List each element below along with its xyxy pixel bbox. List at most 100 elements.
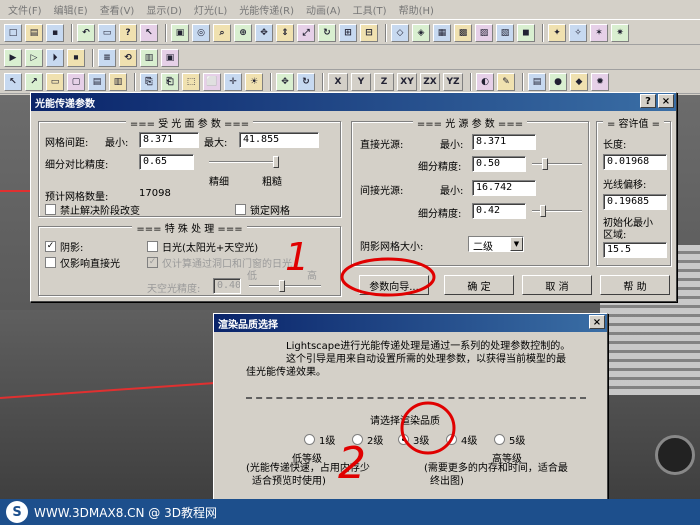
axis-z-button[interactable]: Z <box>374 72 394 91</box>
start-solution-icon[interactable]: ▷ <box>25 48 43 67</box>
select-object-icon[interactable]: ▢ <box>67 72 85 91</box>
statistics-icon[interactable]: ▥ <box>140 48 158 67</box>
axis-y-button[interactable]: Y <box>351 72 371 91</box>
direct-subdiv-slider[interactable] <box>532 158 582 170</box>
help-question-button[interactable]: ? <box>640 94 656 108</box>
menu-radiosity[interactable]: 光能传递(R) <box>233 2 300 17</box>
open-folder-icon[interactable]: ▤ <box>25 23 43 42</box>
edit-icon[interactable]: ✎ <box>497 72 515 91</box>
cube-shaded-icon[interactable]: ▩ <box>454 23 472 42</box>
quality-level-1-radio[interactable]: 1级 <box>304 432 335 447</box>
direct-min-input[interactable]: 8.371 <box>472 134 536 150</box>
rotate-icon[interactable]: ↻ <box>297 72 315 91</box>
close-button[interactable]: × <box>658 94 674 108</box>
figure-alt-icon[interactable]: ✷ <box>611 23 629 42</box>
dolly-icon[interactable]: ⇕ <box>276 23 294 42</box>
fly-person-icon[interactable]: ✧ <box>569 23 587 42</box>
new-file-icon[interactable]: □ <box>4 23 22 42</box>
cancel-button[interactable]: 取 消 <box>522 275 592 295</box>
disable-stage-change-checkbox[interactable]: 禁止解决阶段改变 <box>45 202 140 217</box>
layers-icon[interactable]: ▤ <box>528 72 546 91</box>
quality-level-4-radio[interactable]: 4级 <box>446 432 477 447</box>
menu-view[interactable]: 查看(V) <box>94 2 141 17</box>
cube-green-icon[interactable]: ◼ <box>517 23 535 42</box>
rotate-view-icon[interactable]: ↻ <box>318 23 336 42</box>
list-icon[interactable]: ≡ <box>98 48 116 67</box>
menu-edit[interactable]: 编辑(E) <box>48 2 94 17</box>
walk-icon[interactable]: ⤢ <box>297 23 315 42</box>
indirect-min-input[interactable]: 16.742 <box>472 180 536 196</box>
camera-icon[interactable]: ▣ <box>171 23 189 42</box>
quality-level-5-radio[interactable]: 5级 <box>494 432 525 447</box>
context-help-icon[interactable]: ↖ <box>140 23 158 42</box>
dialog-titlebar[interactable]: 光能传递参数 ? × <box>31 93 676 111</box>
cube-textured-icon[interactable]: ▨ <box>475 23 493 42</box>
ok-button[interactable]: 确 定 <box>444 275 514 295</box>
select-window-icon[interactable]: ⬚ <box>182 72 200 91</box>
view-extents-icon[interactable]: ⊟ <box>360 23 378 42</box>
contrast-input[interactable]: 0.65 <box>139 154 194 170</box>
orbit-icon[interactable]: ◎ <box>192 23 210 42</box>
menu-file[interactable]: 文件(F) <box>2 2 48 17</box>
move-icon[interactable]: ✥ <box>276 72 294 91</box>
axis-zx-button[interactable]: ZX <box>420 72 440 91</box>
material-icon[interactable]: ◐ <box>476 72 494 91</box>
save-icon[interactable]: ▪ <box>46 23 64 42</box>
luminaires-icon[interactable]: ✹ <box>591 72 609 91</box>
crosshair-icon[interactable]: ✛ <box>224 72 242 91</box>
select-cross-icon[interactable]: ⬜ <box>203 72 221 91</box>
parameter-wizard-button[interactable]: 参数向导... <box>359 275 429 295</box>
menu-tools[interactable]: 工具(T) <box>347 2 393 17</box>
length-input[interactable]: 0.01968 <box>603 154 667 170</box>
ray-offset-input[interactable]: 0.19685 <box>603 194 667 210</box>
walk-person-icon[interactable]: ✦ <box>548 23 566 42</box>
shadow-grid-select[interactable]: 二级 ▼ <box>468 236 524 253</box>
axis-x-button[interactable]: X <box>328 72 348 91</box>
stop-solution-icon[interactable]: ⏹ <box>67 48 85 67</box>
cube-solution-icon[interactable]: ▧ <box>496 23 514 42</box>
materials-icon[interactable]: ● <box>549 72 567 91</box>
step-solution-icon[interactable]: ⏵ <box>46 48 64 67</box>
quality-level-3-radio[interactable]: 3级 <box>398 432 429 447</box>
menu-display[interactable]: 显示(D) <box>140 2 188 17</box>
chevron-down-icon[interactable]: ▼ <box>510 237 523 251</box>
select-block-icon[interactable]: ▤ <box>88 72 106 91</box>
select-layer-icon[interactable]: ▥ <box>109 72 127 91</box>
axis-xy-button[interactable]: XY <box>397 72 417 91</box>
menu-help[interactable]: 帮助(H) <box>393 2 440 17</box>
select-surface-icon[interactable]: ▭ <box>46 72 64 91</box>
axis-yz-button[interactable]: YZ <box>443 72 463 91</box>
cube-outline-icon[interactable]: ◈ <box>412 23 430 42</box>
pan-icon[interactable]: ✥ <box>255 23 273 42</box>
blocks-icon[interactable]: ◆ <box>570 72 588 91</box>
indirect-subdiv-input[interactable]: 0.42 <box>472 203 526 219</box>
wireframe-icon[interactable]: ◇ <box>391 23 409 42</box>
direct-only-checkbox[interactable]: 仅影响直接光 <box>45 255 120 270</box>
figure-icon[interactable]: ✶ <box>590 23 608 42</box>
close-button[interactable]: × <box>589 315 605 329</box>
reset-icon[interactable]: ⟲ <box>119 48 137 67</box>
mesh-min-input[interactable]: 8.371 <box>139 132 199 148</box>
print-icon[interactable]: ▭ <box>98 23 116 42</box>
help-icon[interactable]: ? <box>119 23 137 42</box>
copy-icon[interactable]: ⎘ <box>140 72 158 91</box>
paste-icon[interactable]: ⎗ <box>161 72 179 91</box>
image-icon[interactable]: ▣ <box>161 48 179 67</box>
indirect-subdiv-slider[interactable] <box>532 205 582 217</box>
daylight-checkbox[interactable]: 日光(太阳光+天空光) <box>147 239 258 254</box>
menu-light[interactable]: 灯光(L) <box>188 2 233 17</box>
direct-subdiv-input[interactable]: 0.50 <box>472 156 526 172</box>
lock-mesh-checkbox[interactable]: 锁定网格 <box>235 202 290 217</box>
undo-icon[interactable]: ↶ <box>77 23 95 42</box>
zoom-icon[interactable]: ⌕ <box>213 23 231 42</box>
quality-level-2-radio[interactable]: 2级 <box>352 432 383 447</box>
cube-flat-icon[interactable]: ▦ <box>433 23 451 42</box>
shadow-checkbox[interactable]: ✓ 阴影: <box>45 239 83 254</box>
menu-animation[interactable]: 动画(A) <box>300 2 347 17</box>
light-bulb-icon[interactable]: ☀ <box>245 72 263 91</box>
zoom-extents-icon[interactable]: ⊞ <box>339 23 357 42</box>
mesh-max-input[interactable]: 41.855 <box>239 132 319 148</box>
init-region-input[interactable]: 15.5 <box>603 242 667 258</box>
contrast-slider[interactable] <box>209 156 279 168</box>
help-button[interactable]: 帮 助 <box>600 275 670 295</box>
